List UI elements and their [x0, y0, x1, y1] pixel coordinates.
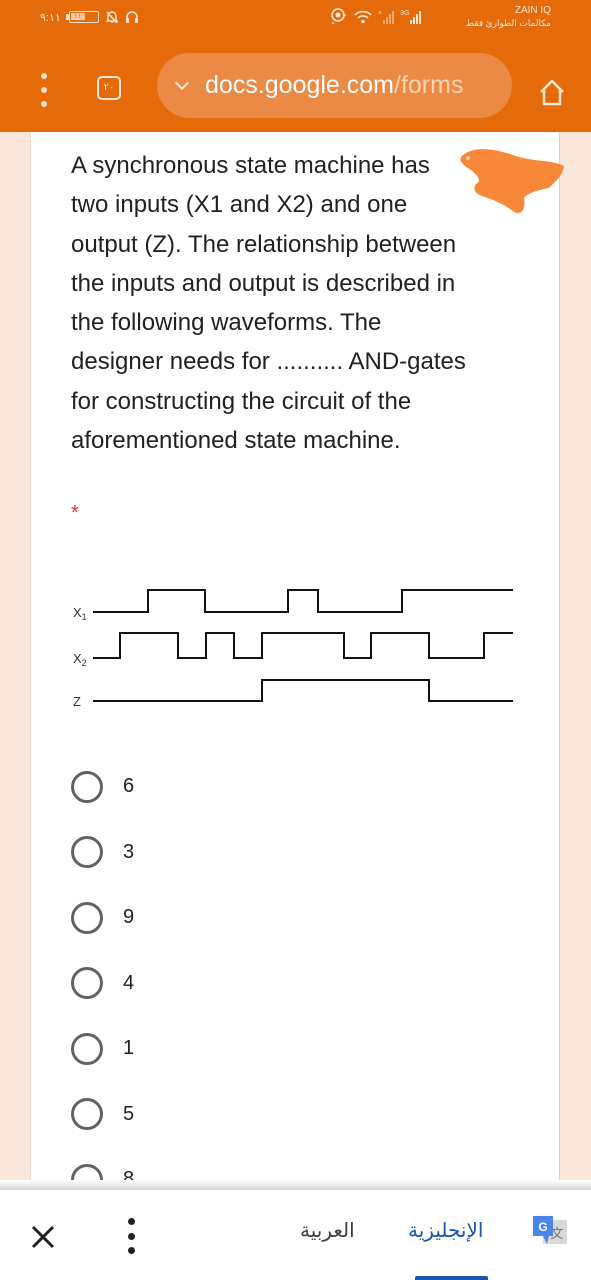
battery-icon: ١١: [65, 11, 99, 23]
answer-options: 6394158: [71, 754, 134, 1213]
answer-option[interactable]: 1: [71, 1016, 134, 1082]
option-label: 6: [123, 775, 135, 798]
translate-bar: العربية الإنجليزية 文 G: [0, 1190, 591, 1280]
wifi-icon: [354, 10, 372, 24]
url-domain: docs.google.com: [205, 71, 395, 99]
source-language-tab[interactable]: الإنجليزية: [408, 1218, 483, 1242]
radio-button[interactable]: [71, 770, 103, 803]
page-background: A synchronous state machine has two inpu…: [0, 132, 591, 1196]
carrier-name: ZAIN IQ: [514, 5, 551, 16]
redaction-scribble: [460, 149, 564, 214]
radio-button[interactable]: [71, 1098, 103, 1131]
option-label: 1: [123, 1037, 135, 1060]
radio-button[interactable]: [71, 967, 103, 1000]
page-bottom-shadow: [0, 1180, 591, 1190]
answer-option[interactable]: 6: [71, 754, 134, 820]
url-path: /forms: [394, 71, 464, 99]
radio-button[interactable]: [71, 1032, 103, 1065]
radio-button[interactable]: [71, 836, 103, 869]
carrier-note: مكالمات الطوارئ فقط: [465, 18, 551, 28]
status-bar: ٩:١١ ١١ × 3G ZAIN IQ مكالمات الطوارئ فقط: [0, 0, 591, 45]
answer-option[interactable]: 5: [71, 1082, 134, 1148]
google-translate-icon[interactable]: 文 G: [531, 1214, 569, 1248]
headphones-icon: [125, 11, 138, 23]
more-vertical-icon[interactable]: [38, 73, 50, 107]
question-card: A synchronous state machine has two inpu…: [30, 132, 560, 1196]
no-sim-signal-icon: ×: [378, 10, 395, 24]
close-icon[interactable]: [30, 1224, 56, 1250]
clock: ٩:١١: [40, 11, 61, 24]
target-language-tab[interactable]: العربية: [300, 1218, 355, 1242]
tab-switcher-button[interactable]: ٢٠: [97, 76, 121, 100]
answer-option[interactable]: 9: [71, 885, 134, 951]
mute-icon: [105, 11, 119, 24]
required-marker: *: [71, 502, 79, 524]
home-icon[interactable]: [537, 77, 567, 107]
status-signals: × 3G: [330, 8, 422, 24]
signal-icon: 3G: [400, 10, 422, 24]
option-label: 3: [123, 840, 135, 863]
status-left: ٩:١١ ١١: [40, 10, 139, 24]
hotspot-icon: [331, 8, 346, 24]
carrier-info: ZAIN IQ مكالمات الطوارئ فقط: [466, 5, 551, 29]
svg-text:G: G: [538, 1220, 547, 1234]
address-bar[interactable]: docs.google.com/forms: [157, 53, 512, 118]
radio-button[interactable]: [71, 901, 103, 934]
answer-option[interactable]: 4: [71, 951, 134, 1017]
option-label: 5: [123, 1102, 135, 1125]
question-text: A synchronous state machine has two inpu…: [71, 152, 466, 455]
browser-toolbar: ٢٠ docs.google.com/forms: [0, 45, 591, 132]
more-vertical-icon[interactable]: [126, 1218, 136, 1254]
url-text[interactable]: docs.google.com/forms: [205, 71, 463, 100]
option-label: 4: [123, 971, 135, 994]
selected-tab-indicator: [415, 1276, 488, 1280]
chevron-down-icon[interactable]: [174, 75, 190, 90]
option-label: 9: [123, 906, 135, 929]
battery-level: ١١: [70, 13, 85, 20]
answer-option[interactable]: 3: [71, 820, 134, 886]
